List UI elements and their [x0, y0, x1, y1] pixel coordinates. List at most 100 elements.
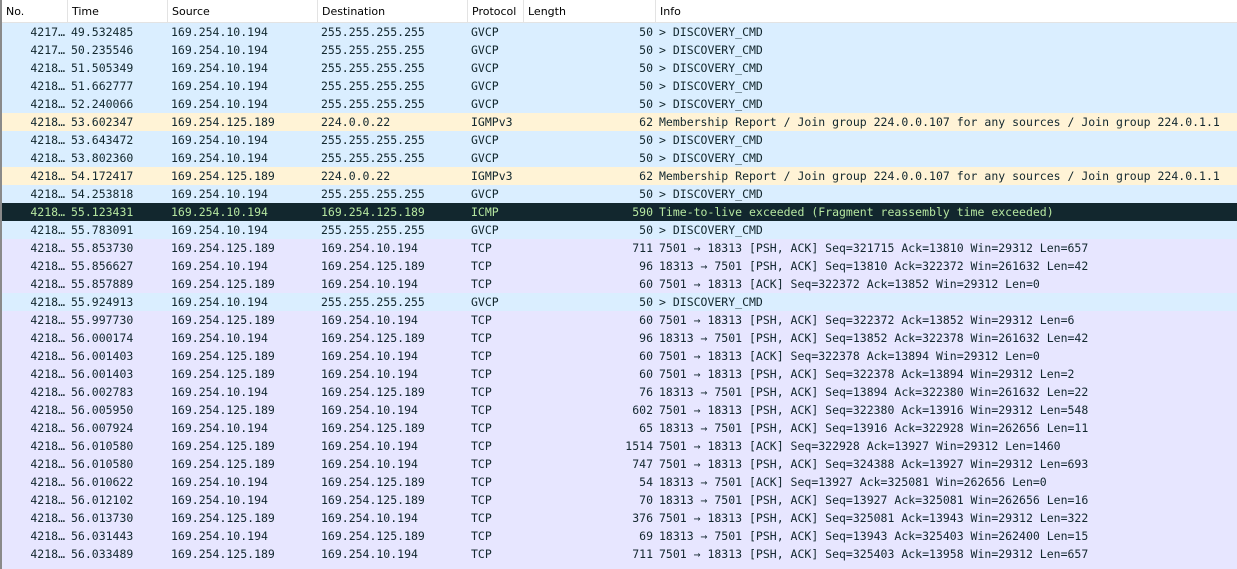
packet-row[interactable]: 4218… 56.010580 169.254.125.189 169.254.10.…	[2, 437, 1237, 455]
packet-protocol: TCP	[471, 547, 492, 561]
packet-row[interactable]: 4218… 52.240066 169.254.10.194 255.255.255.…	[2, 95, 1237, 113]
packet-destination: 169.254.10.194	[321, 367, 418, 381]
packet-number: 4218…	[30, 259, 65, 273]
packet-info: 18313 → 7501 [ACK] Seq=13927 Ack=325081 …	[659, 475, 1047, 489]
packet-destination: 169.254.10.194	[321, 439, 418, 453]
packet-row[interactable]: 4218… 51.662777 169.254.10.194 255.255.255.…	[2, 77, 1237, 95]
packet-info: 18313 → 7501 [PSH, ACK] Seq=13852 Ack=32…	[659, 331, 1089, 345]
packet-protocol: TCP	[471, 385, 492, 399]
packet-destination: 224.0.0.22	[321, 115, 391, 129]
packet-row[interactable]: 4218… 56.031443 169.254.10.194 169.254.125.…	[2, 527, 1237, 545]
packet-row[interactable]: 4218… 56.001403 169.254.125.189 169.254.10.…	[2, 365, 1237, 383]
column-header-source[interactable]: Source	[168, 0, 318, 22]
packet-rows: 4217… 49.532485 169.254.10.194 255.255.255.…	[2, 23, 1237, 563]
packet-source: 169.254.10.194	[171, 79, 268, 93]
packet-protocol: TCP	[471, 421, 492, 435]
packet-row[interactable]: 4218… 55.123431 169.254.10.194 169.254.125.…	[2, 203, 1237, 221]
packet-info: > DISCOVERY_CMD	[659, 223, 763, 237]
packet-row[interactable]: 4218… 55.853730 169.254.125.189 169.254.10.…	[2, 239, 1237, 257]
packet-protocol: TCP	[471, 259, 492, 273]
packet-row[interactable]: 4218… 56.013730 169.254.125.189 169.254.10.…	[2, 509, 1237, 527]
column-header-no[interactable]: No.	[2, 0, 68, 22]
packet-number: 4218…	[30, 169, 65, 183]
packet-row[interactable]: 4218… 53.643472 169.254.10.194 255.255.255.…	[2, 131, 1237, 149]
packet-row[interactable]: 4218… 53.802360 169.254.10.194 255.255.255.…	[2, 149, 1237, 167]
packet-row[interactable]: 4217… 49.532485 169.254.10.194 255.255.255.…	[2, 23, 1237, 41]
packet-info: Membership Report / Join group 224.0.0.1…	[659, 115, 1220, 129]
packet-number: 4218…	[30, 439, 65, 453]
column-header-length[interactable]: Length	[524, 0, 656, 22]
packet-time: 56.007924	[71, 421, 134, 435]
packet-length: 50	[639, 79, 653, 93]
packet-source: 169.254.125.189	[171, 457, 275, 471]
packet-row[interactable]: 4218… 53.602347 169.254.125.189 224.0.0.22 I…	[2, 113, 1237, 131]
packet-destination: 169.254.125.189	[321, 385, 425, 399]
packet-row[interactable]: 4218… 54.172417 169.254.125.189 224.0.0.22 I…	[2, 167, 1237, 185]
packet-row[interactable]: 4218… 56.005950 169.254.125.189 169.254.10.…	[2, 401, 1237, 419]
packet-source: 169.254.125.189	[171, 169, 275, 183]
packet-row[interactable]: 4218… 55.997730 169.254.125.189 169.254.10.…	[2, 311, 1237, 329]
packet-time: 50.235546	[71, 43, 134, 57]
packet-row-partial[interactable]	[2, 563, 1237, 569]
packet-row[interactable]: 4218… 54.253818 169.254.10.194 255.255.255.…	[2, 185, 1237, 203]
packet-info: Membership Report / Join group 224.0.0.1…	[659, 169, 1220, 183]
packet-info: 7501 → 18313 [PSH, ACK] Seq=322372 Ack=1…	[659, 313, 1075, 327]
column-header-protocol[interactable]: Protocol	[468, 0, 524, 22]
packet-source: 169.254.10.194	[171, 223, 268, 237]
packet-length: 50	[639, 25, 653, 39]
packet-protocol: IGMPv3	[471, 169, 513, 183]
packet-time: 54.253818	[71, 187, 134, 201]
packet-number: 4218…	[30, 367, 65, 381]
packet-number: 4218…	[30, 475, 65, 489]
packet-length: 50	[639, 295, 653, 309]
packet-source: 169.254.125.189	[171, 313, 275, 327]
packet-length: 70	[639, 493, 653, 507]
packet-time: 53.602347	[71, 115, 134, 129]
packet-row[interactable]: 4218… 56.000174 169.254.10.194 169.254.125.…	[2, 329, 1237, 347]
packet-protocol: TCP	[471, 277, 492, 291]
packet-destination: 169.254.10.194	[321, 511, 418, 525]
packet-row[interactable]: 4218… 56.007924 169.254.10.194 169.254.125.…	[2, 419, 1237, 437]
packet-row[interactable]: 4218… 56.010622 169.254.10.194 169.254.125.…	[2, 473, 1237, 491]
packet-source: 169.254.10.194	[171, 475, 268, 489]
packet-protocol: GVCP	[471, 61, 499, 75]
packet-protocol: GVCP	[471, 133, 499, 147]
packet-length: 50	[639, 133, 653, 147]
packet-row[interactable]: 4218… 56.001403 169.254.125.189 169.254.10.…	[2, 347, 1237, 365]
packet-source: 169.254.10.194	[171, 151, 268, 165]
packet-source: 169.254.10.194	[171, 43, 268, 57]
packet-row[interactable]: 4218… 56.010580 169.254.125.189 169.254.10.…	[2, 455, 1237, 473]
packet-number: 4218…	[30, 421, 65, 435]
packet-number: 4218…	[30, 115, 65, 129]
packet-number: 4218…	[30, 403, 65, 417]
column-header-info[interactable]: Info	[656, 0, 1237, 22]
packet-number: 4218…	[30, 277, 65, 291]
packet-length: 69	[639, 529, 653, 543]
packet-length: 50	[639, 187, 653, 201]
packet-protocol: TCP	[471, 367, 492, 381]
packet-length: 60	[639, 349, 653, 363]
packet-row[interactable]: 4218… 56.002783 169.254.10.194 169.254.125.…	[2, 383, 1237, 401]
column-header-time[interactable]: Time	[68, 0, 168, 22]
column-header-destination[interactable]: Destination	[318, 0, 468, 22]
packet-row[interactable]: 4218… 55.783091 169.254.10.194 255.255.255.…	[2, 221, 1237, 239]
packet-time: 49.532485	[71, 25, 134, 39]
packet-info: > DISCOVERY_CMD	[659, 61, 763, 75]
packet-destination: 169.254.125.189	[321, 205, 425, 219]
packet-info: 7501 → 18313 [ACK] Seq=322928 Ack=13927 …	[659, 439, 1061, 453]
packet-source: 169.254.125.189	[171, 277, 275, 291]
packet-info: 18313 → 7501 [PSH, ACK] Seq=13894 Ack=32…	[659, 385, 1089, 399]
packet-list[interactable]: No. Time Source Destination Protocol Len…	[0, 0, 1237, 569]
packet-row[interactable]: 4218… 55.856627 169.254.10.194 169.254.125.…	[2, 257, 1237, 275]
packet-time: 56.031443	[71, 529, 134, 543]
packet-row[interactable]: 4218… 56.033489 169.254.125.189 169.254.10.…	[2, 545, 1237, 563]
packet-number: 4218…	[30, 205, 65, 219]
packet-row[interactable]: 4218… 56.012102 169.254.10.194 169.254.125.…	[2, 491, 1237, 509]
packet-destination: 169.254.10.194	[321, 457, 418, 471]
packet-row[interactable]: 4218… 55.857889 169.254.125.189 169.254.10.…	[2, 275, 1237, 293]
packet-row[interactable]: 4218… 55.924913 169.254.10.194 255.255.255.…	[2, 293, 1237, 311]
packet-row[interactable]: 4218… 51.505349 169.254.10.194 255.255.255.…	[2, 59, 1237, 77]
packet-number: 4218…	[30, 529, 65, 543]
packet-row[interactable]: 4217… 50.235546 169.254.10.194 255.255.255.…	[2, 41, 1237, 59]
packet-destination: 255.255.255.255	[321, 43, 425, 57]
